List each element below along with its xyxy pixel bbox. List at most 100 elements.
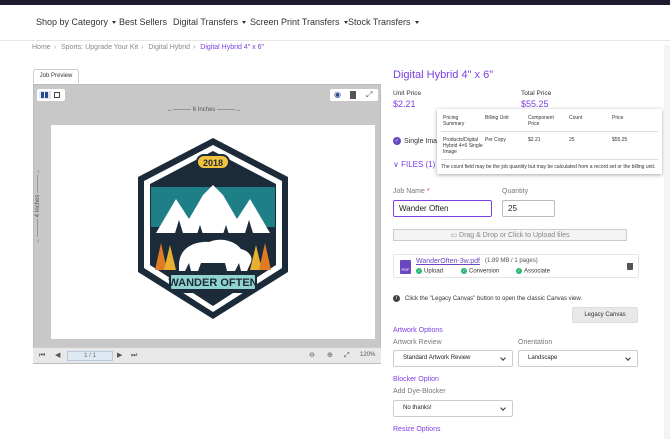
- tooltip-header: Price: [612, 115, 624, 121]
- breadcrumb-digital-hybrid[interactable]: Digital Hybrid: [148, 44, 190, 51]
- zoom-in-icon[interactable]: ⊕: [327, 352, 333, 360]
- pricing-tooltip: Pricing Summary Billing Unit Component P…: [437, 109, 662, 174]
- chevron-down-icon: [500, 355, 506, 361]
- expand-icon[interactable]: ⤢: [366, 89, 372, 100]
- step-label: Upload: [424, 268, 444, 275]
- chevron-down-icon: [500, 405, 506, 411]
- orientation-label: Orientation: [518, 339, 553, 346]
- caret-down-icon: [414, 21, 419, 25]
- file-meta: (1.89 MB / 1 pages): [485, 258, 538, 264]
- step-label: Associate: [524, 268, 551, 275]
- nav-label: Shop by Category: [36, 17, 109, 27]
- resize-options-title: Resize Options: [393, 426, 441, 433]
- pdf-file-icon: PDF: [400, 260, 411, 274]
- chevron-down-icon: [625, 355, 631, 361]
- tab-job-preview[interactable]: Job Preview: [33, 69, 79, 83]
- dye-blocker-select[interactable]: No thanks!: [393, 400, 513, 417]
- legacy-info: i Click the "Legacy Canvas" button to ope…: [393, 295, 582, 302]
- width-label: 6 Inches: [192, 107, 216, 113]
- chevron-right-icon: ›: [192, 44, 196, 51]
- nav-label: Stock Transfers: [348, 17, 411, 27]
- trash-icon[interactable]: [350, 91, 356, 99]
- artwork-review-select[interactable]: Standard Artwork Review: [393, 350, 513, 367]
- required-mark: *: [426, 188, 430, 195]
- viewer-tools: ◉ ⤢: [330, 89, 378, 101]
- badge-year: 2018: [203, 158, 223, 168]
- breadcrumb-current: Digital Hybrid 4" x 6": [200, 44, 264, 51]
- next-page-icon[interactable]: ▶: [117, 352, 122, 360]
- first-page-icon[interactable]: ⏮: [39, 352, 45, 360]
- job-name-label-text: Job Name: [393, 188, 425, 195]
- artwork-options-title: Artwork Options: [393, 327, 443, 334]
- single-image-option[interactable]: ✓ Single Imag: [393, 137, 441, 145]
- step-associate: ✓ Associate: [516, 268, 550, 275]
- tooltip-header: Pricing Summary: [443, 115, 465, 127]
- artwork-canvas: WANDER OFTEN 2018: [51, 125, 375, 339]
- last-page-icon[interactable]: ⏭: [131, 352, 137, 360]
- width-dimension: ←——— 6 Inches ———→: [167, 107, 242, 113]
- single-view-icon[interactable]: [39, 91, 51, 99]
- breadcrumb-home[interactable]: Home: [32, 44, 51, 51]
- tooltip-billing-unit: Per Copy: [485, 137, 506, 143]
- total-price[interactable]: $55.25: [521, 99, 549, 109]
- tooltip-divider: [441, 131, 658, 132]
- orientation-select[interactable]: Landscape: [518, 350, 638, 367]
- tooltip-summary: Products/Digital Hybrid 4×6 Single Image: [443, 137, 483, 155]
- nav-screen-print-transfers[interactable]: Screen Print Transfers: [250, 17, 348, 27]
- fit-icon[interactable]: ⤢: [344, 352, 350, 360]
- check-circle-icon: ✓: [393, 137, 401, 145]
- zoom-out-icon[interactable]: ⊖: [309, 352, 315, 360]
- breadcrumb: Home › Sports: Upgrade Your Kit › Digital …: [32, 44, 264, 51]
- zoom-level: 120%: [360, 352, 376, 358]
- height-label: 4 Inches: [35, 194, 41, 218]
- nav-best-sellers[interactable]: Best Sellers: [119, 17, 167, 27]
- blocker-option-title: Blocker Option: [393, 376, 439, 383]
- eye-icon[interactable]: ◉: [334, 90, 341, 100]
- tooltip-price: $55.25: [612, 137, 628, 143]
- select-value: Standard Artwork Review: [403, 355, 471, 361]
- legacy-info-text: Click the "Legacy Canvas" button to open…: [405, 296, 583, 303]
- nav-shop-by-category[interactable]: Shop by Category: [36, 17, 117, 27]
- grid-view-icon[interactable]: [54, 92, 60, 98]
- upload-dropzone[interactable]: ▭ Drag & Drop or Click to Upload files: [393, 229, 627, 241]
- check-circle-icon: ✓: [461, 268, 467, 274]
- tooltip-header: Count: [569, 115, 583, 121]
- height-dimension: ←——— 4 Inches ———→: [35, 168, 41, 243]
- total-price-label: Total Price: [521, 90, 552, 97]
- step-label: Conversion: [469, 268, 500, 275]
- nav-digital-transfers[interactable]: Digital Transfers: [173, 17, 247, 27]
- info-icon: i: [393, 295, 400, 302]
- unit-price: $2.21: [393, 99, 416, 109]
- uploaded-file-row: PDF WanderOften-3w.pdf (1.89 MB / 1 page…: [393, 254, 639, 278]
- job-name-input[interactable]: [393, 200, 492, 217]
- tooltip-component-price: $2.21: [528, 137, 541, 143]
- unit-price-label: Unit Price: [393, 90, 422, 97]
- page-indicator[interactable]: 1 / 1: [67, 351, 113, 361]
- check-circle-icon: ✓: [516, 268, 522, 274]
- wander-often-badge: WANDER OFTEN 2018: [138, 138, 288, 319]
- nav-label: Digital Transfers: [173, 17, 239, 27]
- page-scrollbar[interactable]: [664, 45, 670, 439]
- product-title: Digital Hybrid 4" x 6": [393, 69, 494, 81]
- delete-file-icon[interactable]: [627, 263, 633, 270]
- files-toggle[interactable]: ∨ FILES (1): [393, 160, 435, 169]
- file-name-link[interactable]: WanderOften-3w.pdf: [416, 258, 480, 265]
- nav-stock-transfers[interactable]: Stock Transfers: [348, 17, 419, 27]
- select-value: No thanks!: [403, 405, 432, 411]
- tooltip-note: The count field may be the job quantity …: [441, 164, 656, 170]
- dropzone-label: Drag & Drop or Click to Upload files: [459, 232, 570, 239]
- chevron-right-icon: ›: [141, 44, 144, 51]
- nav-label: Screen Print Transfers: [250, 17, 340, 27]
- tooltip-header: Billing Unit: [485, 115, 509, 121]
- tooltip-divider: [441, 159, 658, 160]
- dye-blocker-label: Add Dye-Blocker: [393, 388, 446, 395]
- breadcrumb-sports[interactable]: Sports: Upgrade Your Kit: [61, 44, 138, 51]
- step-upload: ✓ Upload: [416, 268, 443, 275]
- legacy-canvas-button[interactable]: Legacy Canvas: [572, 307, 638, 323]
- view-toggle-group: [37, 89, 65, 101]
- main-nav: Shop by Category Best Sellers Digital Tr…: [0, 5, 670, 41]
- check-circle-icon: ✓: [416, 268, 422, 274]
- prev-page-icon[interactable]: ◀: [55, 352, 60, 360]
- viewer-pager: ⏮ ◀ 1 / 1 ▶ ⏭ ⊖ ⊕ ⤢ 120%: [33, 347, 381, 363]
- quantity-input[interactable]: [502, 200, 555, 217]
